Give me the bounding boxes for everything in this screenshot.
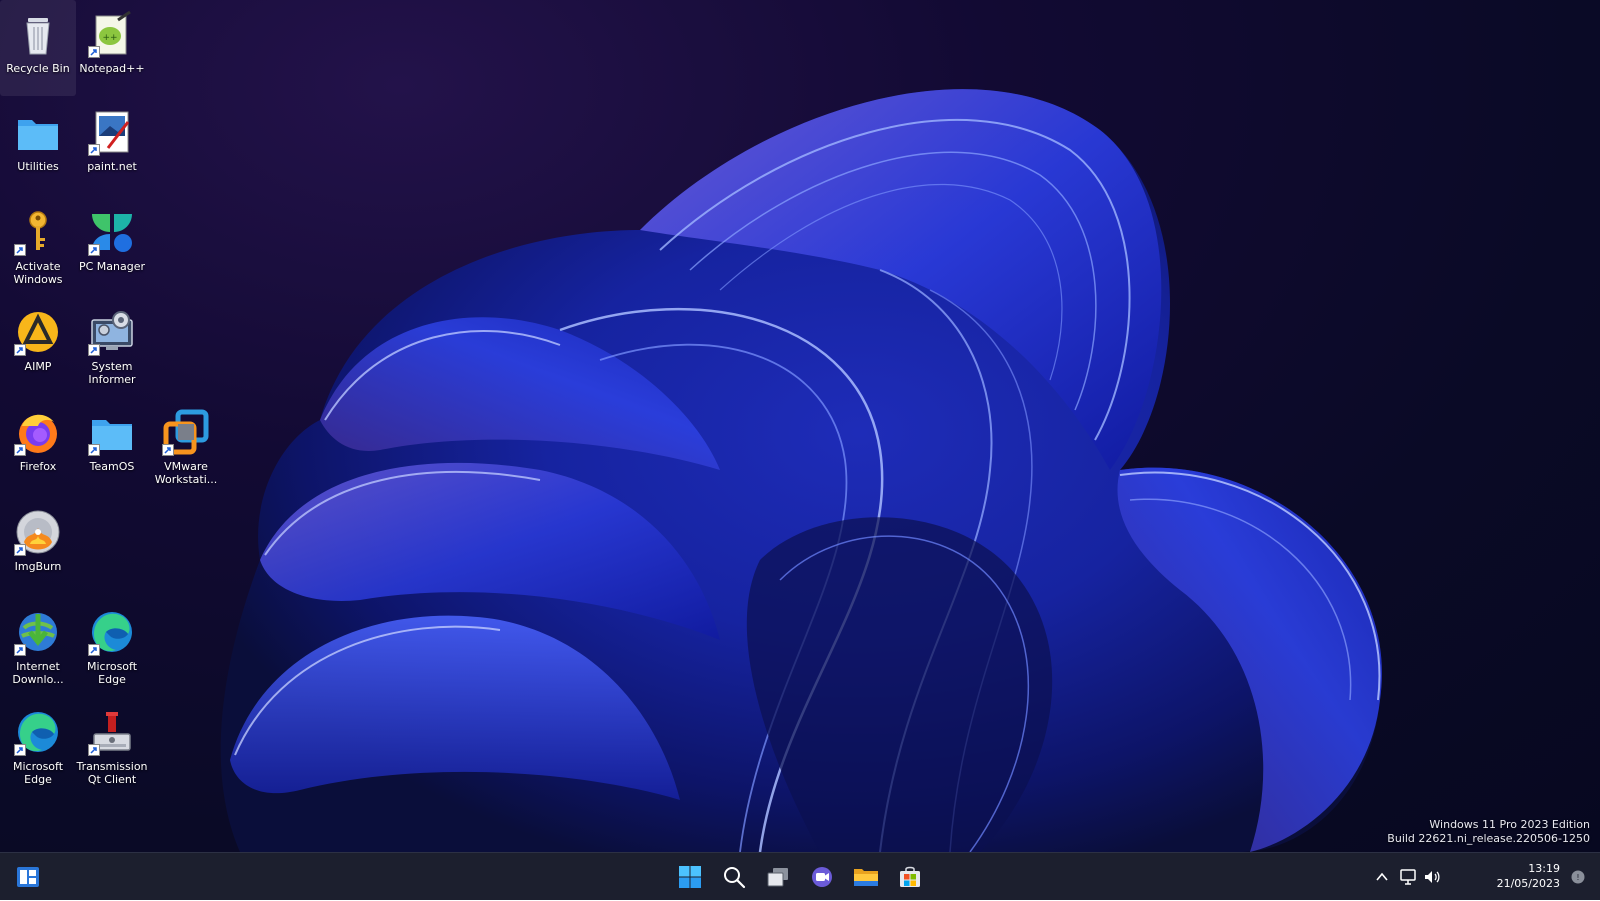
desktop-icon-pc-manager[interactable]: PC Manager <box>74 200 150 296</box>
volume-icon <box>1425 871 1440 883</box>
desktop-icon-notepadpp[interactable]: ++ Notepad++ <box>74 0 150 96</box>
pc-manager-icon <box>88 208 136 256</box>
search-button[interactable] <box>714 857 754 897</box>
internet-download-manager-icon <box>14 608 62 656</box>
microsoft-store-icon <box>900 866 920 887</box>
shortcut-arrow-icon <box>88 46 100 58</box>
network-button[interactable] <box>1396 865 1420 889</box>
shortcut-arrow-icon <box>88 244 100 256</box>
shortcut-arrow-icon <box>14 244 26 256</box>
desktop-icon-label: Microsoft Edge <box>12 760 64 786</box>
watermark-build: Build 22621.ni_release.220506-1250 <box>1387 832 1590 845</box>
desktop-icon-imgburn[interactable]: ImgBurn <box>0 500 76 596</box>
key-icon <box>14 208 62 256</box>
transmission-icon <box>88 708 136 756</box>
desktop-icon-label: TeamOS <box>89 460 135 473</box>
shortcut-arrow-icon <box>88 644 100 656</box>
shortcut-arrow-icon <box>88 444 100 456</box>
taskbar: 13:19 21/05/2023 ! <box>0 852 1600 900</box>
desktop-icon-aimp[interactable]: AIMP <box>0 300 76 396</box>
chevron-up-icon <box>1376 872 1388 881</box>
desktop-icon-label: Utilities <box>17 160 59 173</box>
clock-button[interactable]: 13:19 21/05/2023 <box>1490 861 1560 891</box>
desktop-icon-paintnet[interactable]: paint.net <box>74 100 150 196</box>
imgburn-icon <box>14 508 62 556</box>
desktop-icon-microsoft-edge-2[interactable]: Microsoft Edge <box>0 700 76 796</box>
desktop-icon-recycle-bin[interactable]: Recycle Bin <box>0 0 76 96</box>
file-explorer-button[interactable] <box>846 857 886 897</box>
shortcut-arrow-icon <box>14 344 26 356</box>
desktop-icon-label: Activate Windows <box>13 260 63 286</box>
system-informer-icon <box>88 308 136 356</box>
volume-button[interactable] <box>1420 865 1444 889</box>
system-tray: 13:19 21/05/2023 ! <box>1370 853 1600 901</box>
task-view-icon <box>767 868 788 887</box>
desktop-icon-label: PC Manager <box>78 260 146 273</box>
desktop-icon-teamos[interactable]: TeamOS <box>74 400 150 496</box>
chat-button[interactable] <box>802 857 842 897</box>
show-hidden-icons-button[interactable] <box>1370 865 1394 889</box>
task-view-button[interactable] <box>758 857 798 897</box>
shortcut-arrow-icon <box>162 444 174 456</box>
firefox-icon <box>14 408 62 456</box>
desktop-icon-activate-windows[interactable]: Activate Windows <box>0 200 76 296</box>
shortcut-arrow-icon <box>14 644 26 656</box>
widgets-icon <box>17 867 39 887</box>
os-edition-watermark: Windows 11 Pro 2023 Edition Build 22621.… <box>1387 818 1590 846</box>
desktop-icon-label: Internet Downlo... <box>12 660 64 686</box>
desktop-icon-label: AIMP <box>24 360 52 373</box>
desktop-icon-utilities[interactable]: Utilities <box>0 100 76 196</box>
desktop-icon-label: Firefox <box>19 460 57 473</box>
folder-icon <box>14 108 62 156</box>
watermark-edition: Windows 11 Pro 2023 Edition <box>1429 818 1590 831</box>
edge-icon <box>14 708 62 756</box>
shortcut-arrow-icon <box>14 744 26 756</box>
search-icon <box>724 867 746 889</box>
edge-icon <box>88 608 136 656</box>
shortcut-arrow-icon <box>88 144 100 156</box>
desktop-icon-internet-download-manager[interactable]: Internet Downlo... <box>0 600 76 696</box>
notification-icon: ! <box>1571 870 1585 884</box>
notification-button[interactable]: ! <box>1566 865 1590 889</box>
vmware-icon <box>162 408 210 456</box>
shortcut-arrow-icon <box>88 744 100 756</box>
start-button[interactable] <box>670 857 710 897</box>
desktop-icon-vmware[interactable]: VMware Workstati... <box>148 400 224 496</box>
clock-time: 13:19 <box>1528 862 1560 875</box>
desktop-icon-label: Recycle Bin <box>6 62 70 75</box>
paintnet-icon <box>88 108 136 156</box>
folder-icon <box>88 408 136 456</box>
desktop-icon-label: Microsoft Edge <box>86 660 138 686</box>
aimp-icon <box>14 308 62 356</box>
svg-text:++: ++ <box>102 33 117 43</box>
desktop-icon-system-informer[interactable]: System Informer <box>74 300 150 396</box>
shortcut-arrow-icon <box>14 544 26 556</box>
clock-date: 21/05/2023 <box>1496 877 1560 890</box>
file-explorer-icon <box>854 869 878 886</box>
desktop: Recycle Bin ++ Notepad++ Utilities paint… <box>0 0 1600 852</box>
chat-icon <box>812 867 832 887</box>
microsoft-store-button[interactable] <box>890 857 930 897</box>
desktop-icon-label: System Informer <box>88 360 136 386</box>
desktop-icon-label: Transmission Qt Client <box>76 760 148 786</box>
desktop-icon-label: Notepad++ <box>79 62 145 75</box>
shortcut-arrow-icon <box>14 444 26 456</box>
notepadpp-icon: ++ <box>88 10 136 58</box>
svg-text:!: ! <box>1576 873 1579 882</box>
desktop-icon-label: ImgBurn <box>14 560 62 573</box>
desktop-icon-label: VMware Workstati... <box>154 460 218 486</box>
desktop-icon-microsoft-edge[interactable]: Microsoft Edge <box>74 600 150 696</box>
recycle-bin-icon <box>14 10 62 58</box>
desktop-icon-label: paint.net <box>87 160 137 173</box>
desktop-icon-firefox[interactable]: Firefox <box>0 400 76 496</box>
widgets-button[interactable] <box>8 857 48 897</box>
start-icon <box>679 866 701 888</box>
network-icon <box>1400 869 1416 885</box>
shortcut-arrow-icon <box>88 344 100 356</box>
wallpaper-bloom <box>220 89 1382 852</box>
desktop-icon-transmission[interactable]: Transmission Qt Client <box>74 700 150 796</box>
